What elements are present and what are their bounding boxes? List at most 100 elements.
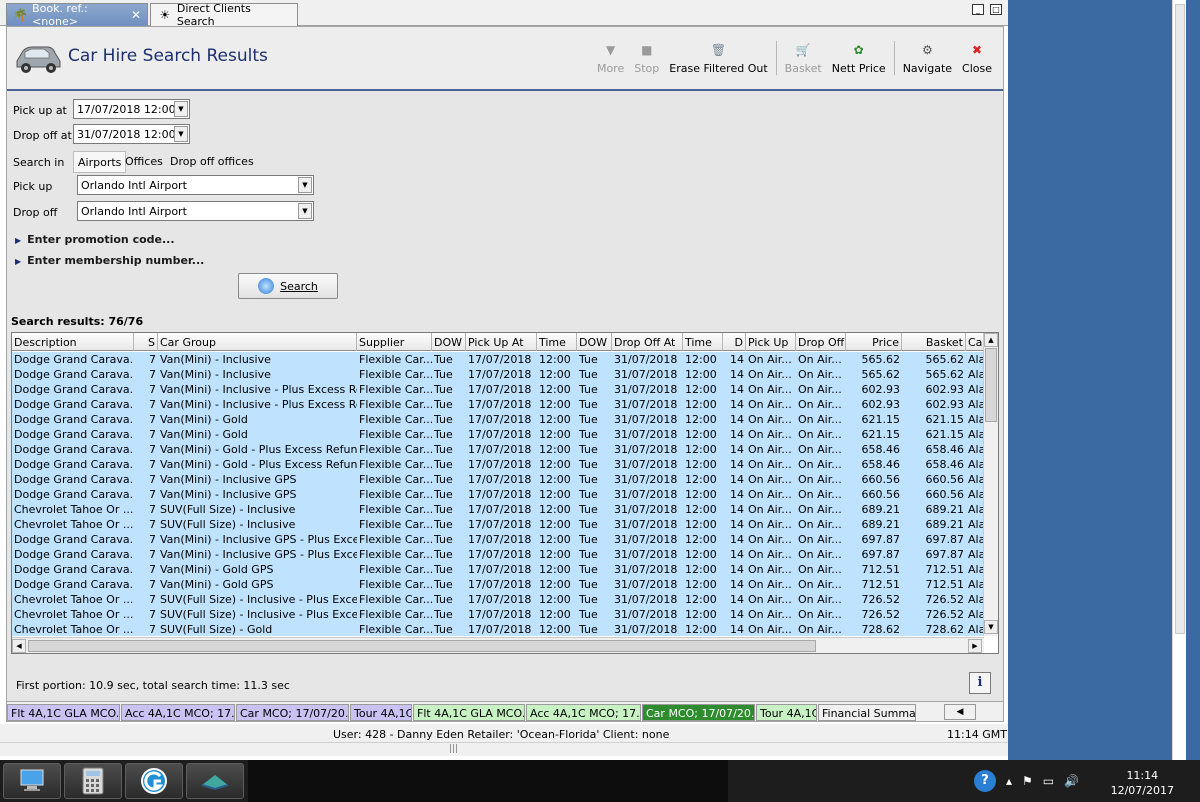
scroll-left-icon[interactable]: ◀ <box>944 704 976 720</box>
cell-time: 12:00 <box>685 398 717 411</box>
table-row[interactable]: Chevrolet Tahoe Or ... 7 SUV(Full Size) - … <box>12 622 984 636</box>
scroll-thumb[interactable] <box>28 640 816 652</box>
column-header-s[interactable]: S <box>134 333 158 351</box>
window-horizontal-scrollbar[interactable]: ||| <box>0 742 1172 756</box>
basket-tab[interactable]: Flt 4A,1C GLA MCO... <box>7 704 120 721</box>
tab-direct-clients-search[interactable]: ☀ Direct Clients Search <box>150 2 298 28</box>
erase-filtered-out-button[interactable]: 🗑 Erase Filtered Out <box>664 42 772 75</box>
column-header-car-group[interactable]: Car Group <box>158 333 357 351</box>
column-header-pickup-at[interactable]: Pick Up At <box>466 333 537 351</box>
table-row[interactable]: Dodge Grand Carava... 7 Van(Mini) - Inclus… <box>12 547 984 562</box>
table-row[interactable]: Dodge Grand Carava... 7 Van(Mini) - Inclus… <box>12 367 984 382</box>
basket-tab[interactable]: Tour 4A,1C <box>756 704 817 721</box>
basket-tab[interactable]: Flt 4A,1C GLA MCO... <box>413 704 525 721</box>
table-row[interactable]: Chevrolet Tahoe Or ... 7 SUV(Full Size) - … <box>12 607 984 622</box>
column-header-dow[interactable]: DOW <box>577 333 612 351</box>
chevron-down-icon[interactable]: ▼ <box>298 203 312 219</box>
scroll-thumb[interactable] <box>1175 4 1185 634</box>
scroll-right-icon[interactable]: ▶ <box>968 639 982 653</box>
dropoff-location-select[interactable]: Orlando Intl Airport ▼ <box>77 201 314 221</box>
computer-icon[interactable] <box>3 763 61 799</box>
column-header-ca[interactable]: Ca <box>966 333 984 351</box>
column-header-pickup[interactable]: Pick Up <box>746 333 796 351</box>
network-icon[interactable]: ▭ <box>1043 774 1054 788</box>
pickup-at-field[interactable]: 17/07/2018 12:00 ▼ <box>73 99 190 119</box>
table-row[interactable]: Chevrolet Tahoe Or ... 7 SUV(Full Size) - … <box>12 592 984 607</box>
table-row[interactable]: Dodge Grand Carava... 7 Van(Mini) - Gold Fl… <box>12 427 984 442</box>
dropoff-at-field[interactable]: 31/07/2018 12:00 ▼ <box>73 124 190 144</box>
grid-horizontal-scrollbar[interactable]: ◀ ▶ <box>12 637 984 653</box>
table-row[interactable]: Chevrolet Tahoe Or ... 7 SUV(Full Size) - … <box>12 517 984 532</box>
nett-price-button[interactable]: ✿ Nett Price <box>827 42 891 75</box>
basket-tab[interactable]: Tour 4A,1C <box>350 704 412 721</box>
volume-icon[interactable]: 🔊 <box>1064 774 1079 788</box>
cell-supplier: Flexible Car... <box>359 533 432 546</box>
table-row[interactable]: Dodge Grand Carava... 7 Van(Mini) - Gold -… <box>12 442 984 457</box>
grid-vertical-scrollbar[interactable]: ▲ ▼ <box>983 333 998 636</box>
table-row[interactable]: Dodge Grand Carava... 7 Van(Mini) - Inclus… <box>12 382 984 397</box>
table-row[interactable]: Dodge Grand Carava... 7 Van(Mini) - Gold G… <box>12 562 984 577</box>
scroll-down-icon[interactable]: ▼ <box>984 620 998 634</box>
chevron-down-icon[interactable]: ▼ <box>174 101 188 117</box>
search-in-offices[interactable]: Offices <box>121 151 167 173</box>
column-header-price[interactable]: Price <box>846 333 902 351</box>
basket-tab[interactable]: Acc 4A,1C MCO; 17... <box>121 704 235 721</box>
promotion-code-expander[interactable]: ▶ Enter promotion code... <box>15 233 175 246</box>
chevron-down-icon[interactable]: ▼ <box>174 126 188 142</box>
close-tab-icon[interactable]: ✕ <box>131 8 141 22</box>
cell-dropoff: On Air... <box>798 443 842 456</box>
column-header-time[interactable]: Time <box>683 333 723 351</box>
scroll-thumb[interactable] <box>985 348 997 422</box>
basket-button[interactable]: 🛒 Basket <box>780 42 827 75</box>
help-icon[interactable]: ? <box>974 770 996 792</box>
basket-tab[interactable]: Acc 4A,1C MCO; 17... <box>526 704 641 721</box>
search-in-airports[interactable]: Airports <box>73 151 127 173</box>
basket-tab[interactable]: Car MCO; 17/07/20... <box>236 704 349 721</box>
flag-icon[interactable]: ⚑ <box>1022 774 1033 788</box>
table-row[interactable]: Chevrolet Tahoe Or ... 7 SUV(Full Size) - … <box>12 502 984 517</box>
scroll-left-icon[interactable]: ◀ <box>12 639 26 653</box>
column-header-dow[interactable]: DOW <box>432 333 466 351</box>
minimize-icon[interactable]: _ <box>972 4 984 15</box>
close-button[interactable]: ✖ Close <box>957 42 997 75</box>
grip-icon[interactable]: ||| <box>449 744 458 754</box>
window-vertical-scrollbar[interactable] <box>1172 0 1186 760</box>
info-button[interactable]: i <box>969 672 991 694</box>
search-in-dropoff-offices[interactable]: Drop off offices <box>166 151 258 173</box>
table-row[interactable]: Dodge Grand Carava... 7 Van(Mini) - Gold G… <box>12 577 984 592</box>
scroll-up-icon[interactable]: ▲ <box>984 333 998 347</box>
cell-pickup-at: 17/07/2018 <box>468 578 532 591</box>
table-row[interactable]: Dodge Grand Carava... 7 Van(Mini) - Inclus… <box>12 532 984 547</box>
browser-icon[interactable] <box>125 763 183 799</box>
membership-number-expander[interactable]: ▶ Enter membership number... <box>15 254 204 267</box>
navigate-button[interactable]: ⚙ Navigate <box>898 42 957 75</box>
basket-tab[interactable]: Financial Summary <box>818 704 916 721</box>
column-header-dropoff-at[interactable]: Drop Off At <box>612 333 683 351</box>
basket-tab[interactable]: Car MCO; 17/07/20... <box>642 704 755 721</box>
column-header-description[interactable]: Description <box>12 333 134 351</box>
tab-booking[interactable]: 🌴 Book. ref.: <none> ✕ <box>6 2 148 28</box>
calculator-icon[interactable] <box>64 763 122 799</box>
more-button[interactable]: ▼ More <box>592 42 629 75</box>
column-header-basket[interactable]: Basket <box>902 333 966 351</box>
column-header-dropoff[interactable]: Drop Off <box>796 333 846 351</box>
search-button[interactable]: Search <box>238 273 338 299</box>
app-icon[interactable] <box>186 763 244 799</box>
column-header-time[interactable]: Time <box>537 333 577 351</box>
table-row[interactable]: Dodge Grand Carava... 7 Van(Mini) - Inclus… <box>12 397 984 412</box>
stop-button[interactable]: ■ Stop <box>629 42 664 75</box>
column-header-days[interactable]: D <box>723 333 746 351</box>
table-row[interactable]: Dodge Grand Carava... 7 Van(Mini) - Gold -… <box>12 457 984 472</box>
clock[interactable]: 11:14 12/07/2017 <box>1111 768 1174 798</box>
pickup-location-select[interactable]: Orlando Intl Airport ▼ <box>77 175 314 195</box>
table-row[interactable]: Dodge Grand Carava... 7 Van(Mini) - Inclus… <box>12 487 984 502</box>
cell-price: 621.15 <box>861 413 901 426</box>
cell-dow: Tue <box>579 518 598 531</box>
chevron-down-icon[interactable]: ▼ <box>298 177 312 193</box>
table-row[interactable]: Dodge Grand Carava... 7 Van(Mini) - Inclus… <box>12 352 984 367</box>
table-row[interactable]: Dodge Grand Carava... 7 Van(Mini) - Gold Fl… <box>12 412 984 427</box>
chevron-up-icon[interactable]: ▴ <box>1006 774 1012 788</box>
maximize-icon[interactable]: □ <box>990 4 1002 15</box>
column-header-supplier[interactable]: Supplier <box>357 333 432 351</box>
table-row[interactable]: Dodge Grand Carava... 7 Van(Mini) - Inclus… <box>12 472 984 487</box>
